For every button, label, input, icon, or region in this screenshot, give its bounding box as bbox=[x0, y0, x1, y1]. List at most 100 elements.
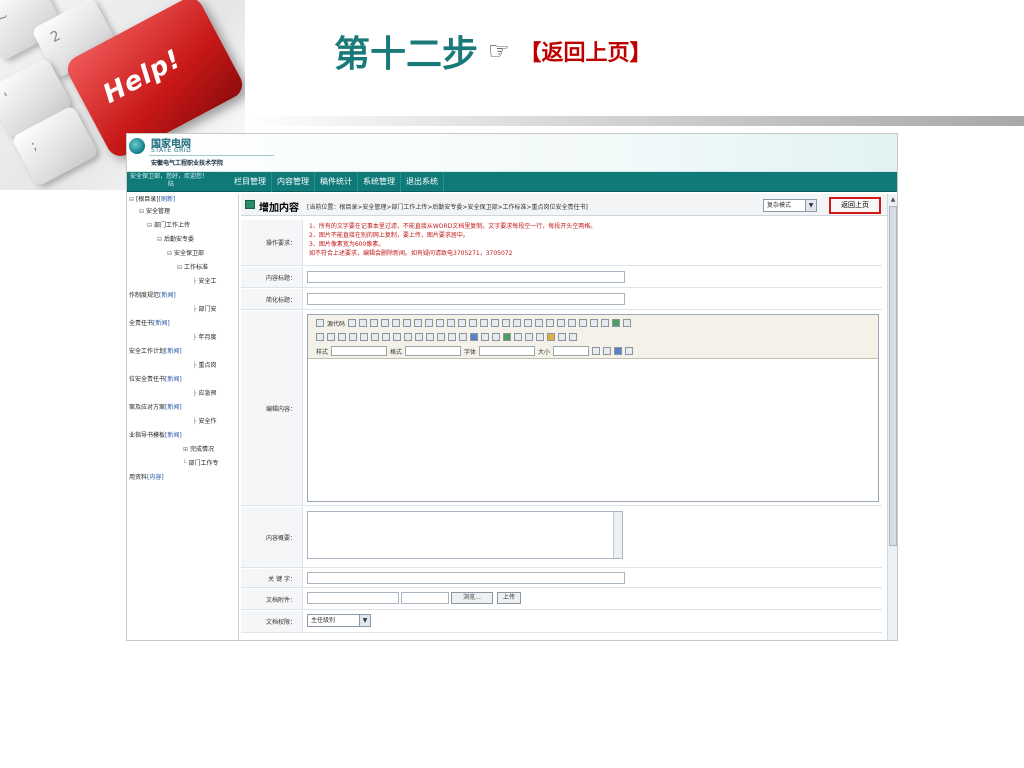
rich-text-editor[interactable]: 源代码 样式 格式 字体 大小 bbox=[307, 314, 879, 502]
radio-icon[interactable] bbox=[557, 319, 566, 327]
tree-node-label[interactable]: 安全工作计划 bbox=[129, 348, 165, 355]
tree-toggle-icon[interactable]: ⊞ bbox=[183, 446, 190, 453]
special-char-icon[interactable] bbox=[558, 333, 566, 341]
tree-node-label[interactable]: 业指导书模板 bbox=[129, 432, 165, 439]
tree-toggle-icon[interactable]: ⊟ bbox=[129, 196, 136, 203]
source-icon[interactable] bbox=[316, 319, 324, 327]
paste-word-icon[interactable] bbox=[436, 319, 445, 327]
page-break-icon[interactable] bbox=[569, 333, 577, 341]
smiley-icon[interactable] bbox=[547, 333, 555, 341]
tree-node-label[interactable]: 工作标准 bbox=[184, 264, 208, 271]
tree-node[interactable]: ⊟ [根目录][刷新] bbox=[129, 196, 175, 204]
tree-toggle-icon[interactable]: ⊟ bbox=[157, 236, 164, 243]
select-field-icon[interactable] bbox=[590, 319, 599, 327]
tree-node-link[interactable]: [新闻] bbox=[159, 292, 176, 299]
tree-node[interactable]: ├ 安全作 bbox=[193, 418, 217, 426]
tree-toggle-icon[interactable]: ⊟ bbox=[147, 222, 154, 229]
image-icon[interactable] bbox=[503, 333, 511, 341]
title-input[interactable] bbox=[307, 271, 625, 283]
summary-scrollbar[interactable] bbox=[613, 512, 622, 558]
tree-toggle-icon[interactable]: ⊟ bbox=[177, 264, 184, 271]
replace-icon[interactable] bbox=[502, 319, 511, 327]
bg-color-icon[interactable] bbox=[603, 347, 612, 355]
tree-node-label[interactable]: 位安全责任书 bbox=[129, 376, 165, 383]
tree-node[interactable]: 安全工作计划[新闻] bbox=[129, 348, 182, 356]
textarea-icon[interactable] bbox=[579, 319, 588, 327]
save-icon[interactable] bbox=[348, 319, 357, 327]
remove-format-icon[interactable] bbox=[524, 319, 533, 327]
nav-item-column-management[interactable]: 栏目管理 bbox=[229, 171, 272, 192]
tree-node-link[interactable]: [刷新] bbox=[159, 196, 176, 203]
align-center-icon[interactable] bbox=[437, 333, 445, 341]
undo-icon[interactable] bbox=[469, 319, 478, 327]
tree-node[interactable]: └ 部门工作专 bbox=[183, 460, 219, 468]
tree-node-label[interactable]: 年月度 bbox=[199, 334, 217, 341]
italic-icon[interactable] bbox=[327, 333, 335, 341]
slide-back-link[interactable]: 【返回上页】 bbox=[520, 35, 652, 67]
tree-node[interactable]: ├ 安全工 bbox=[193, 278, 217, 286]
tree-node-label[interactable]: 安全管理 bbox=[146, 208, 170, 215]
tree-node-label[interactable]: 部门工作专 bbox=[189, 460, 219, 467]
upload-button[interactable]: 上传 bbox=[497, 592, 521, 604]
tree-node[interactable]: ├ 重点岗 bbox=[193, 362, 217, 370]
tree-node-label[interactable]: 全责任书 bbox=[129, 320, 153, 327]
tree-node-link[interactable]: [新闻] bbox=[165, 432, 182, 439]
tree-node[interactable]: ⊟ 安全管理 bbox=[139, 208, 170, 216]
scroll-up-icon[interactable]: ▲ bbox=[889, 195, 897, 204]
nav-item-system-management[interactable]: 系统管理 bbox=[358, 171, 401, 192]
tree-node-label[interactable]: 应急预 bbox=[199, 390, 217, 397]
browse-button[interactable]: 浏览... bbox=[451, 592, 493, 604]
keywords-input[interactable] bbox=[307, 572, 625, 584]
tree-toggle-icon[interactable]: ⊟ bbox=[139, 208, 146, 215]
nav-item-content-management[interactable]: 内容管理 bbox=[272, 171, 315, 192]
tree-node-link[interactable]: [新闻] bbox=[165, 348, 182, 355]
superscript-icon[interactable] bbox=[371, 333, 379, 341]
source-label[interactable]: 源代码 bbox=[327, 319, 345, 328]
attachment-path-input[interactable] bbox=[307, 592, 399, 604]
bold-icon[interactable] bbox=[316, 333, 324, 341]
tree-node-label[interactable]: 完成情况 bbox=[190, 446, 214, 453]
checkbox-icon[interactable] bbox=[546, 319, 555, 327]
textfield-icon[interactable] bbox=[568, 319, 577, 327]
ordered-list-icon[interactable] bbox=[382, 333, 390, 341]
tree-node-link[interactable]: [新闻] bbox=[165, 376, 182, 383]
nav-item-logout[interactable]: 退出系统 bbox=[401, 171, 444, 192]
editor-mode-select[interactable]: 复杂模式 ▼ bbox=[763, 199, 817, 212]
short-title-input[interactable] bbox=[307, 293, 625, 305]
tree-node[interactable]: 作制度规范[新闻] bbox=[129, 292, 176, 300]
print-icon[interactable] bbox=[447, 319, 456, 327]
copy-icon[interactable] bbox=[403, 319, 412, 327]
flash-icon[interactable] bbox=[514, 333, 522, 341]
button-field-icon[interactable] bbox=[601, 319, 610, 327]
link-icon[interactable] bbox=[470, 333, 478, 341]
size-select[interactable] bbox=[553, 346, 590, 356]
new-page-icon[interactable] bbox=[359, 319, 368, 327]
tree-node[interactable]: 用资料[内容] bbox=[129, 474, 164, 482]
nav-item-article-stats[interactable]: 稿件统计 bbox=[315, 171, 358, 192]
tree-node[interactable]: ├ 应急预 bbox=[193, 390, 217, 398]
justify-icon[interactable] bbox=[459, 333, 467, 341]
subscript-icon[interactable] bbox=[360, 333, 368, 341]
hidden-field-icon[interactable] bbox=[623, 319, 632, 327]
redo-icon[interactable] bbox=[480, 319, 489, 327]
anchor-icon[interactable] bbox=[492, 333, 500, 341]
cut-icon[interactable] bbox=[392, 319, 401, 327]
tree-node-label[interactable]: 作制度规范 bbox=[129, 292, 159, 299]
font-select[interactable] bbox=[479, 346, 536, 356]
tree-node-label[interactable]: 重点岗 bbox=[199, 362, 217, 369]
spellcheck-icon[interactable] bbox=[458, 319, 467, 327]
underline-icon[interactable] bbox=[338, 333, 346, 341]
unlink-icon[interactable] bbox=[481, 333, 489, 341]
style-select[interactable] bbox=[331, 346, 388, 356]
unordered-list-icon[interactable] bbox=[393, 333, 401, 341]
tree-node-label[interactable]: 案及应对方案 bbox=[129, 404, 165, 411]
tree-node-link[interactable]: [新闻] bbox=[165, 404, 182, 411]
tree-node[interactable]: 全责任书[新闻] bbox=[129, 320, 170, 328]
tree-node-link[interactable]: [新闻] bbox=[153, 320, 170, 327]
tree-node[interactable]: ├ 部门安 bbox=[193, 306, 217, 314]
tree-node[interactable]: ├ 年月度 bbox=[193, 334, 217, 342]
tree-node-label[interactable]: [根目录] bbox=[136, 196, 159, 203]
select-all-icon[interactable] bbox=[513, 319, 522, 327]
horizontal-rule-icon[interactable] bbox=[536, 333, 544, 341]
strikethrough-icon[interactable] bbox=[349, 333, 357, 341]
